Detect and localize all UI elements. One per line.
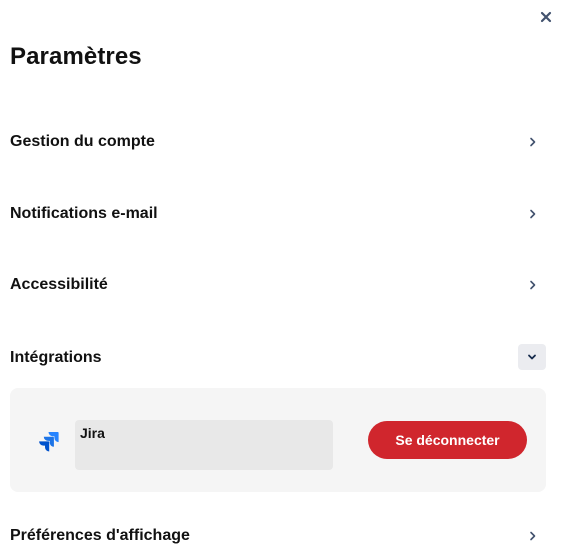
settings-item-label: Intégrations [10, 349, 102, 366]
settings-item-integrations[interactable]: Intégrations [0, 336, 560, 380]
disconnect-button[interactable]: Se déconnecter [368, 421, 527, 459]
settings-item-label: Gestion du compte [10, 133, 155, 150]
settings-item-email-notifications[interactable]: Notifications e-mail [0, 192, 560, 236]
settings-item-display-preferences[interactable]: Préférences d'affichage [0, 514, 560, 556]
integration-detail [75, 420, 333, 470]
chevron-right-icon [527, 279, 539, 291]
close-button[interactable] [536, 7, 556, 27]
integrations-panel: Jira Se déconnecter [10, 388, 546, 492]
settings-item-accessibility[interactable]: Accessibilité [0, 263, 560, 307]
settings-item-label: Accessibilité [10, 276, 108, 293]
page-title: Paramètres [10, 43, 142, 70]
collapse-integrations-button[interactable] [518, 344, 546, 370]
chevron-right-icon [527, 136, 539, 148]
settings-panel: Paramètres Gestion du compte Notificatio… [0, 0, 575, 556]
settings-item-label: Préférences d'affichage [10, 527, 190, 544]
chevron-right-icon [527, 530, 539, 542]
settings-item-label: Notifications e-mail [10, 205, 158, 222]
chevron-down-icon [528, 354, 536, 360]
close-icon [540, 11, 552, 23]
integration-name: Jira [80, 425, 105, 441]
chevron-right-icon [527, 208, 539, 220]
jira-logo-icon [38, 430, 60, 452]
settings-item-account[interactable]: Gestion du compte [0, 120, 560, 164]
